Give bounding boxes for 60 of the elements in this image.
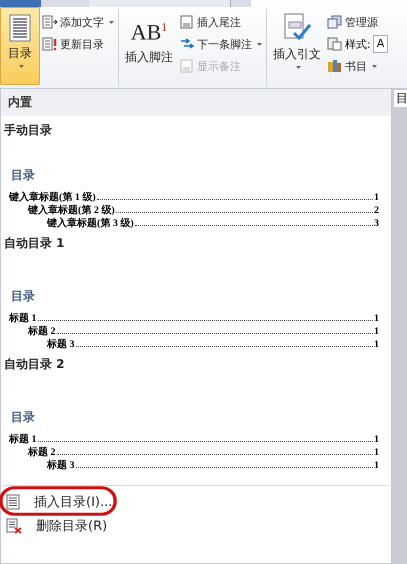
toc-entry-text: 标题 2 <box>28 324 56 338</box>
ribbon-tab[interactable] <box>250 0 407 7</box>
next-arrow-icon <box>179 37 195 51</box>
note-icon <box>179 15 195 29</box>
page-number: 1 <box>374 192 379 203</box>
toc-entry-text: 标题 3 <box>47 458 74 472</box>
toc-entry-text: 标题 1 <box>9 432 36 446</box>
page-number: 1 <box>374 313 379 324</box>
add-text-icon <box>42 15 58 29</box>
note-icon <box>179 59 195 73</box>
page-number: 1 <box>374 326 379 337</box>
insert-footnote-button[interactable]: AB$^{1}$ 插入脚注 <box>121 7 177 85</box>
ribbon-small-button[interactable]: 插入尾注 <box>177 13 264 31</box>
gallery-item-title: 自动目录 2 <box>3 356 66 373</box>
toc-entry-text: 标题 3 <box>47 338 74 351</box>
document-icon <box>9 14 31 42</box>
caret-icon <box>257 42 262 46</box>
footnote-icon: AB$^{1}$ <box>130 13 168 46</box>
ribbon-small-button[interactable]: 添加文字 <box>40 13 116 31</box>
folders-icon <box>327 15 343 29</box>
ribbon-small-button[interactable]: 下一条脚注 <box>177 35 264 53</box>
citation-icon <box>282 13 312 43</box>
file-tab[interactable] <box>0 0 41 7</box>
toc-title: 目录 <box>11 409 36 426</box>
document-icon <box>6 494 20 510</box>
ribbon-small-button[interactable]: 书目 <box>325 57 390 75</box>
caret-icon <box>372 64 377 68</box>
toc-entry-text: 键入章标题(第 2 级) <box>28 203 115 217</box>
caret-icon <box>296 66 301 69</box>
caret-icon <box>109 20 114 24</box>
toc-title: 目录 <box>11 167 36 184</box>
style-label: 样式: <box>345 36 371 52</box>
ribbon-small-button[interactable]: 管理源 <box>325 13 390 31</box>
toc-entry-text: 标题 1 <box>9 312 36 325</box>
page-number: 1 <box>374 434 379 445</box>
menu-item[interactable]: 删除目录(R) <box>1 514 391 538</box>
toc-title: 目录 <box>11 288 36 305</box>
group-label: 目 <box>394 90 407 107</box>
page-number: 1 <box>374 460 379 471</box>
delete-document-icon <box>6 518 22 534</box>
page-number: 3 <box>374 218 379 229</box>
caret-icon <box>19 65 24 68</box>
update-icon <box>42 37 58 51</box>
ribbon-small-button[interactable]: 更新目录 <box>40 35 116 53</box>
style-icon <box>327 37 343 51</box>
style-select[interactable]: A <box>372 35 388 53</box>
table-of-contents-button[interactable]: 目录 <box>0 7 40 85</box>
insert-citation-button[interactable]: 插入引文 <box>269 7 325 85</box>
menu-item[interactable]: 插入目录(I)... <box>1 490 391 514</box>
gallery-item-title: 手动目录 <box>3 122 53 139</box>
ribbon-tab[interactable] <box>88 0 231 7</box>
books-icon <box>327 59 343 73</box>
page-number: 2 <box>374 205 379 216</box>
toc-entry-text: 标题 2 <box>28 446 56 459</box>
gallery-item-title: 自动目录 1 <box>3 235 66 252</box>
gallery-header: 内置 <box>1 89 391 116</box>
toc-entry-text: 键入章标题(第 3 级) <box>47 216 134 230</box>
page-number: 1 <box>374 447 379 458</box>
page-number: 1 <box>374 339 379 350</box>
toc-entry-text: 键入章标题(第 1 级) <box>9 190 96 204</box>
